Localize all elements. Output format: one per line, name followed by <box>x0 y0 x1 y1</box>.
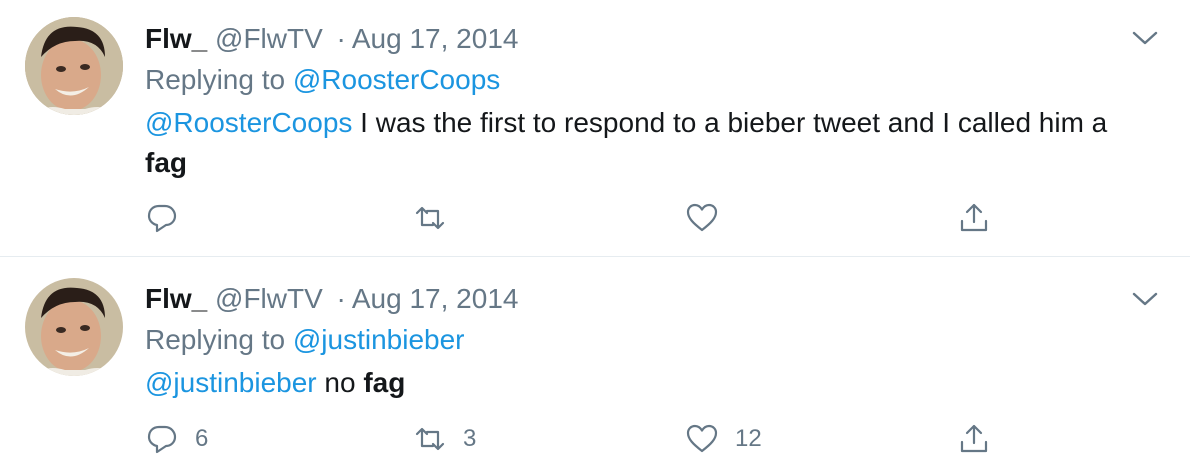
tweet-actions: 6 3 12 <box>145 419 1045 459</box>
user-handle[interactable]: @FlwTV <box>215 283 323 314</box>
share-button[interactable] <box>957 419 991 459</box>
replying-prefix: Replying to <box>145 64 286 95</box>
tweet-mention[interactable]: @justinbieber <box>145 367 317 398</box>
replying-to-mention[interactable]: @justinbieber <box>293 324 465 355</box>
reply-icon <box>147 204 177 233</box>
display-name[interactable]: Flw_ <box>145 283 207 314</box>
reply-count: 6 <box>195 425 209 452</box>
share-icon <box>960 424 988 453</box>
tweet-body: I was the first to respond to a bieber t… <box>352 107 1108 138</box>
chevron-down-icon[interactable] <box>1130 289 1160 309</box>
tweet[interactable]: Flw_ @FlwTV · Aug 17, 2014 Replying to @j… <box>0 257 1190 476</box>
replying-to-mention[interactable]: @RoosterCoops <box>293 64 500 95</box>
share-icon <box>960 203 988 232</box>
avatar[interactable] <box>25 278 123 376</box>
share-button[interactable] <box>957 198 991 238</box>
tweet-date[interactable]: Aug 17, 2014 <box>352 283 519 314</box>
tweet-mention[interactable]: @RoosterCoops <box>145 107 352 138</box>
tweet-header: Flw_ @FlwTV · Aug 17, 2014 <box>145 22 518 56</box>
tweet-bold-word: fag <box>363 367 406 398</box>
retweet-button[interactable]: 3 <box>413 419 476 459</box>
tweet-body: no <box>316 367 364 398</box>
user-handle[interactable]: @FlwTV <box>215 23 323 54</box>
retweet-icon <box>415 206 445 230</box>
tweet-header: Flw_ @FlwTV · Aug 17, 2014 <box>145 282 518 316</box>
chevron-down-icon[interactable] <box>1130 28 1160 48</box>
reply-icon <box>147 425 177 454</box>
heart-icon <box>686 424 718 453</box>
retweet-icon <box>415 427 445 451</box>
tweet-actions <box>145 198 1045 238</box>
tweet[interactable]: Flw_ @FlwTV · Aug 17, 2014 Replying to @R… <box>0 0 1190 257</box>
replying-to: Replying to @justinbieber <box>145 323 465 357</box>
replying-prefix: Replying to <box>145 324 286 355</box>
replying-to: Replying to @RoosterCoops <box>145 63 500 97</box>
separator: · <box>336 283 346 314</box>
reply-button[interactable]: 6 <box>145 419 208 459</box>
reply-button[interactable] <box>145 198 195 238</box>
tweet-bold-word: fag <box>145 147 187 178</box>
like-button[interactable] <box>685 198 735 238</box>
display-name[interactable]: Flw_ <box>145 23 207 54</box>
avatar[interactable] <box>25 17 123 115</box>
tweet-text: @RoosterCoops I was the first to respond… <box>145 103 1155 183</box>
retweet-button[interactable] <box>413 198 463 238</box>
like-button[interactable]: 12 <box>685 419 762 459</box>
retweet-count: 3 <box>463 425 477 452</box>
heart-icon <box>686 203 718 232</box>
separator: · <box>336 23 346 54</box>
like-count: 12 <box>735 425 762 452</box>
tweet-date[interactable]: Aug 17, 2014 <box>352 23 519 54</box>
tweet-text: @justinbieber no fag <box>145 363 1155 403</box>
